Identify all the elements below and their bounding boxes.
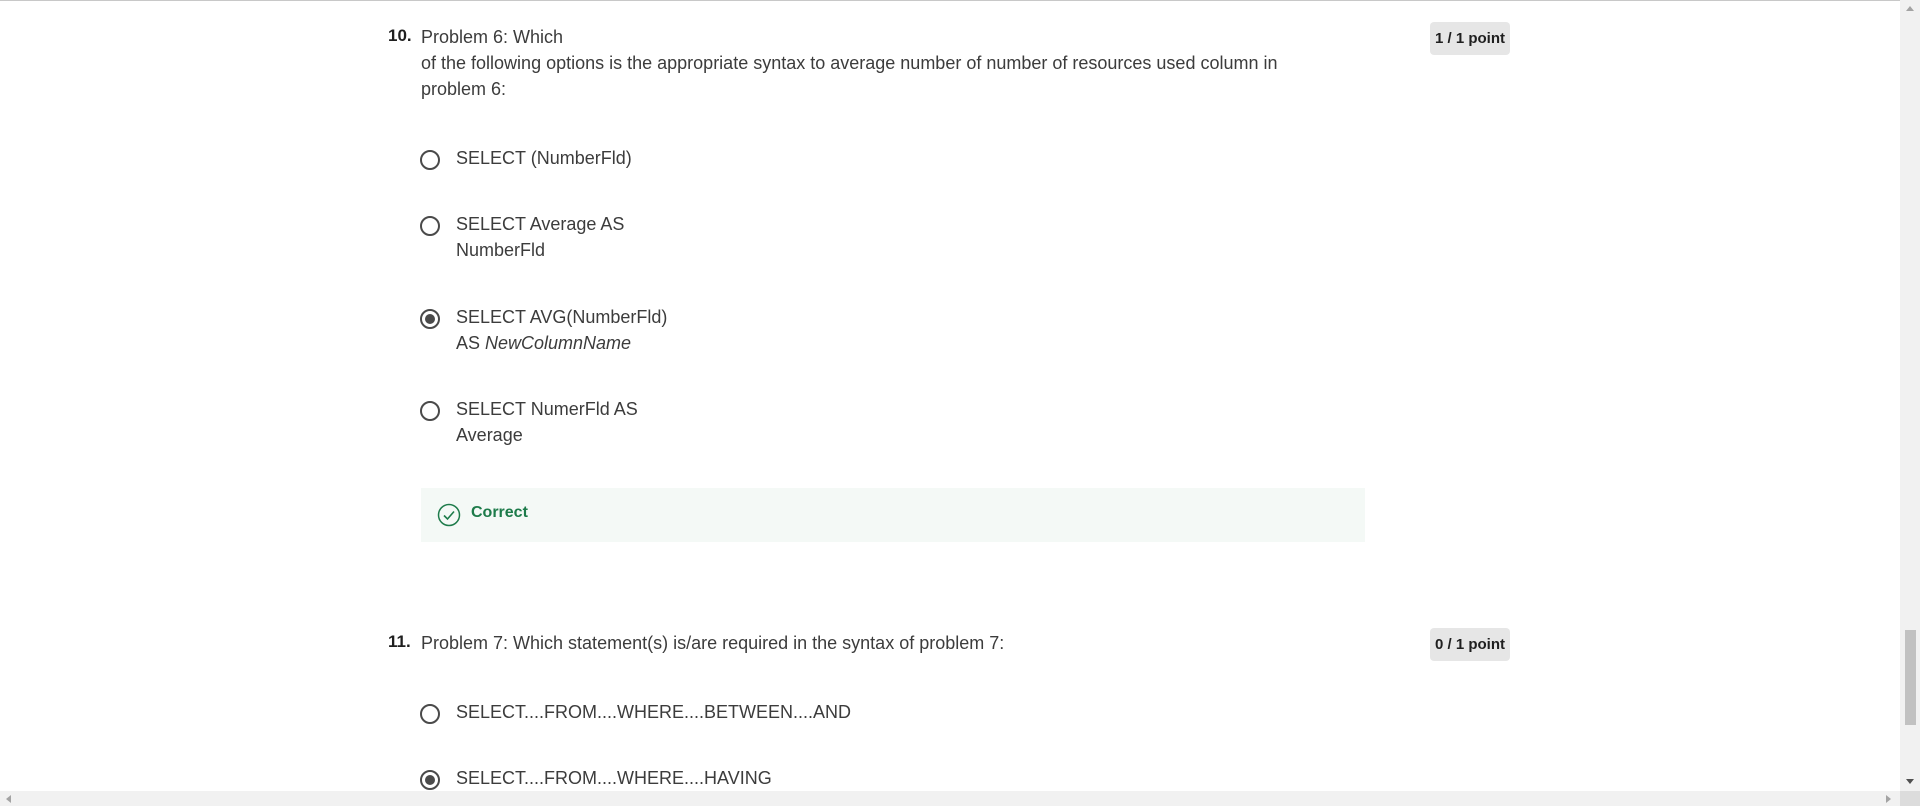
option-label-line: SELECT (NumberFld) (456, 148, 632, 168)
radio-button[interactable] (420, 704, 440, 724)
question-text-line: of the following options is the appropri… (421, 53, 1278, 73)
option-label-line: SELECT....FROM....WHERE....HAVING (456, 768, 772, 788)
feedback-correct: Correct (421, 488, 1365, 542)
points-badge: 0 / 1 point (1429, 628, 1510, 661)
horizontal-scrollbar[interactable] (0, 791, 1900, 806)
radio-button-selected[interactable] (420, 770, 440, 790)
vertical-scrollbar[interactable] (1900, 0, 1920, 791)
option-label: SELECT NumerFld AS Average (456, 396, 638, 448)
scroll-up-arrow-icon[interactable] (1906, 6, 1914, 11)
radio-button[interactable] (420, 216, 440, 236)
option-label-line: SELECT Average AS (456, 214, 625, 234)
check-circle-icon (437, 503, 461, 527)
scrollbar-corner (1900, 791, 1920, 806)
option-label-line: AS NewColumnName (456, 330, 667, 356)
option-label-line: SELECT AVG(NumberFld) (456, 307, 668, 327)
radio-button[interactable] (420, 401, 440, 421)
option-label: SELECT....FROM....WHERE....HAVING (456, 765, 772, 791)
scroll-left-arrow-icon[interactable] (6, 795, 11, 803)
question-text-line: Problem 6: Which (421, 27, 564, 47)
top-divider (0, 0, 1900, 1)
option-label-line: NumberFld (456, 240, 546, 260)
radio-button[interactable] (420, 150, 440, 170)
question-number: 11. (388, 632, 411, 651)
option-label-line: Average (456, 425, 523, 445)
option-label: SELECT AVG(NumberFld) AS NewColumnName (456, 304, 667, 356)
option-label: SELECT (NumberFld) (456, 145, 632, 171)
option-label-italic: NewColumnName (485, 333, 632, 353)
quiz-content: 10. Problem 6: Which of the following op… (0, 0, 1900, 791)
question-text: Problem 7: Which statement(s) is/are req… (421, 630, 1321, 656)
scroll-right-arrow-icon[interactable] (1886, 795, 1891, 803)
option-label-line: SELECT....FROM....WHERE....BETWEEN....AN… (456, 702, 852, 722)
points-badge: 1 / 1 point (1429, 22, 1510, 55)
question-text-line: problem 6: (421, 79, 507, 99)
radio-button-selected[interactable] (420, 309, 440, 329)
scroll-down-arrow-icon[interactable] (1906, 779, 1914, 784)
option-label: SELECT Average AS NumberFld (456, 211, 624, 263)
option-label: SELECT....FROM....WHERE....BETWEEN....AN… (456, 699, 851, 725)
option-label-line: SELECT NumerFld AS (456, 399, 638, 419)
feedback-label: Correct (471, 504, 528, 521)
question-text-line: Problem 7: Which statement(s) is/are req… (421, 633, 1005, 653)
question-text: Problem 6: Which of the following option… (421, 24, 1321, 102)
option-label-prefix: AS (456, 333, 486, 353)
scrollbar-thumb[interactable] (1905, 630, 1916, 725)
question-number: 10. (388, 26, 412, 45)
